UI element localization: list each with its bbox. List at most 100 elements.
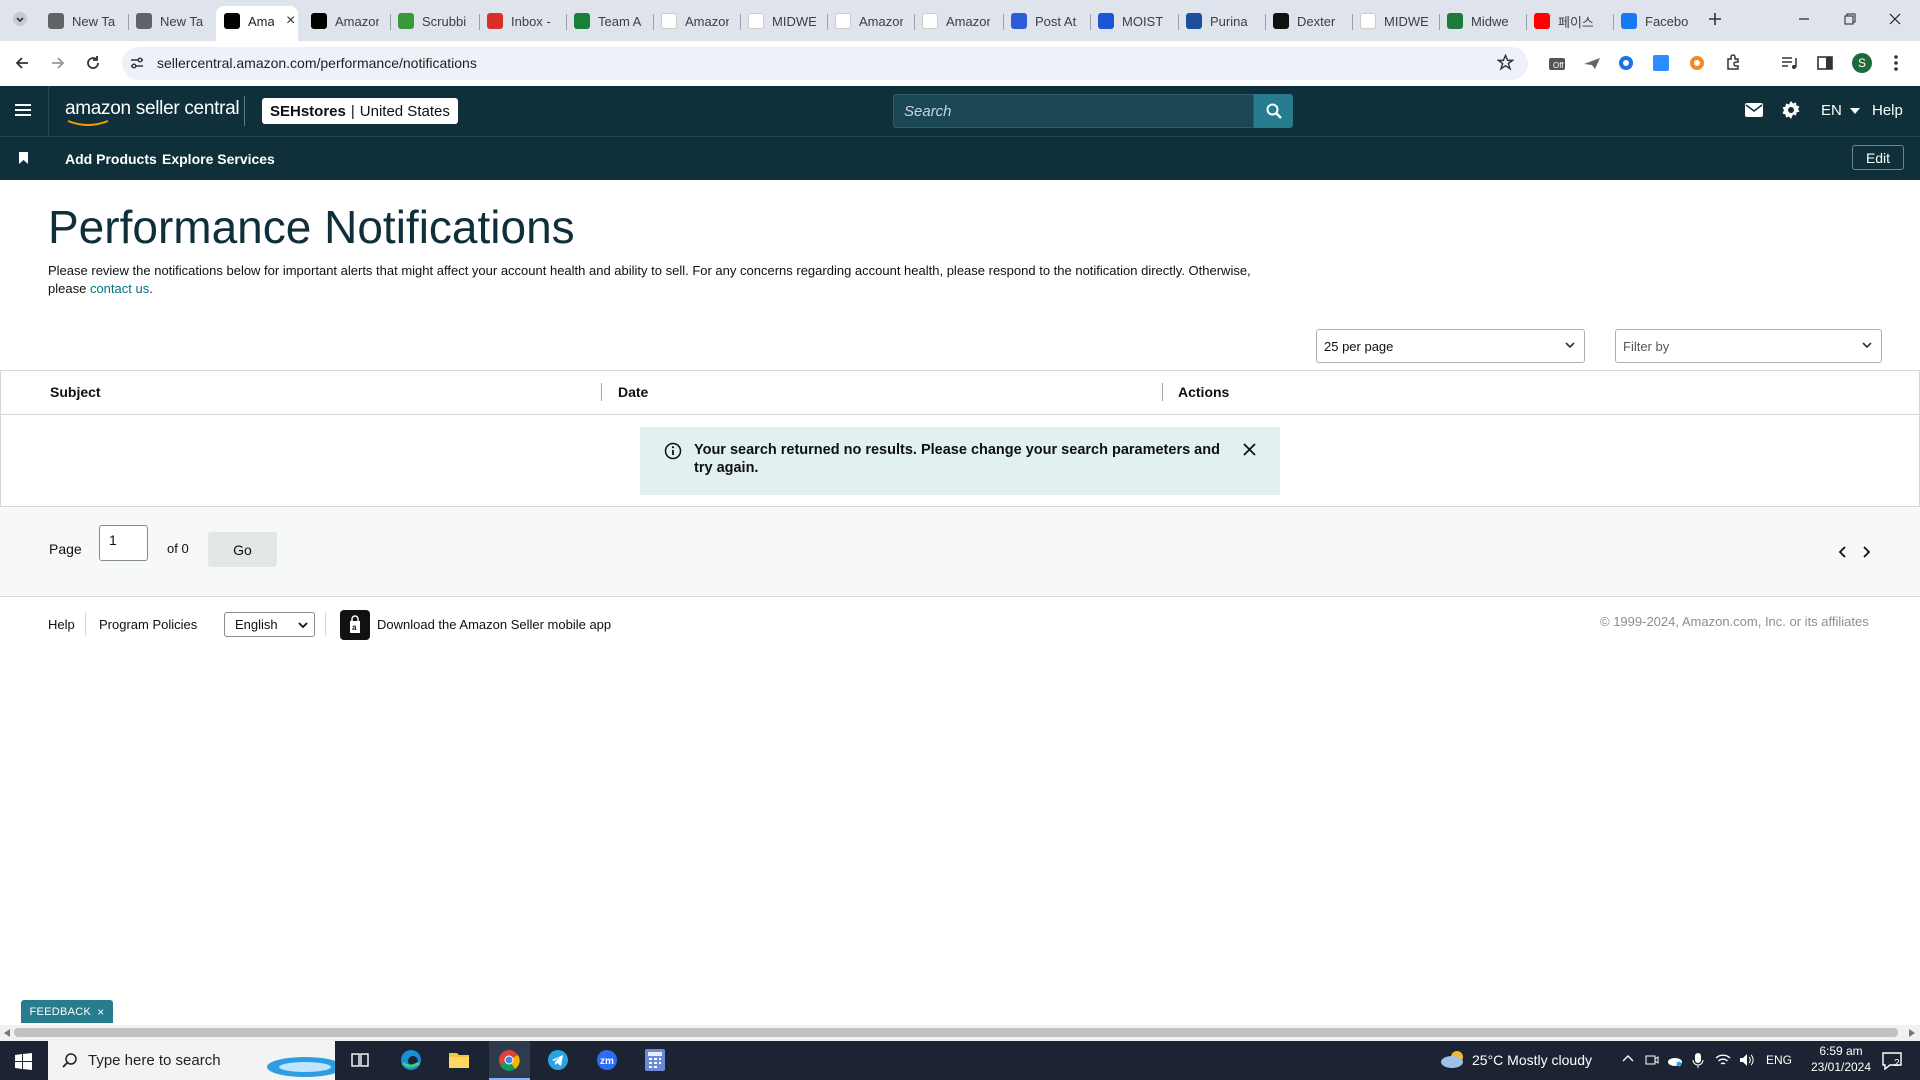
volume-icon[interactable] xyxy=(1739,1053,1755,1067)
browser-tab[interactable]: Facebo xyxy=(1621,8,1689,34)
browser-tab[interactable]: Amazon xyxy=(835,8,903,34)
tab-title: New Tab xyxy=(72,13,116,29)
extension-off-icon[interactable]: Off xyxy=(1548,56,1568,74)
meet-now-icon[interactable] xyxy=(1645,1053,1659,1067)
file-explorer-icon[interactable] xyxy=(448,1050,470,1070)
tray-chevron-up-icon[interactable] xyxy=(1622,1054,1634,1062)
nav-add-products[interactable]: Add Products xyxy=(65,151,157,167)
messages-mail-icon[interactable] xyxy=(1745,103,1763,117)
tab-title: Midwe xyxy=(1471,13,1509,29)
browser-tab[interactable]: New Tab xyxy=(48,8,116,34)
browser-tab[interactable]: Midwe xyxy=(1447,8,1515,34)
zoom-icon[interactable]: zm xyxy=(596,1049,618,1071)
search-button[interactable] xyxy=(1254,94,1293,128)
footer-help-link[interactable]: Help xyxy=(48,617,75,632)
next-page-icon[interactable] xyxy=(1863,546,1871,558)
windows-start-icon[interactable] xyxy=(15,1053,32,1070)
hamburger-menu-icon[interactable] xyxy=(15,103,31,117)
extension-orange-icon[interactable] xyxy=(1689,55,1705,71)
media-control-icon[interactable] xyxy=(1781,55,1798,71)
task-view-icon[interactable] xyxy=(351,1051,369,1069)
profile-avatar[interactable]: S xyxy=(1852,53,1872,73)
extensions-puzzle-icon[interactable] xyxy=(1725,54,1742,71)
column-header-date[interactable]: Date xyxy=(618,384,648,400)
site-info-icon[interactable] xyxy=(129,55,145,71)
column-header-subject[interactable]: Subject xyxy=(50,384,101,400)
column-header-actions[interactable]: Actions xyxy=(1178,384,1229,400)
wifi-icon[interactable] xyxy=(1715,1053,1731,1067)
close-icon[interactable] xyxy=(1243,443,1256,456)
close-icon[interactable]: × xyxy=(97,1005,104,1019)
edit-nav-button[interactable]: Edit xyxy=(1852,145,1904,170)
browser-tab[interactable]: MIDWE xyxy=(1360,8,1428,34)
browser-tab[interactable]: MIDWE xyxy=(748,8,816,34)
telegram-icon[interactable] xyxy=(547,1049,569,1071)
edge-icon[interactable] xyxy=(400,1049,422,1071)
footer-language-select[interactable]: English xyxy=(224,612,315,637)
footer-program-policies-link[interactable]: Program Policies xyxy=(99,617,197,632)
store-region: United States xyxy=(359,102,450,120)
browser-tab[interactable]: Dexter xyxy=(1273,8,1341,34)
bookmark-icon[interactable] xyxy=(19,152,28,164)
browser-tab[interactable]: Purina xyxy=(1186,8,1254,34)
url-text[interactable]: sellercentral.amazon.com/performance/not… xyxy=(157,55,477,71)
side-panel-icon[interactable] xyxy=(1817,55,1833,71)
previous-page-icon[interactable] xyxy=(1838,546,1846,558)
chrome-menu-icon[interactable] xyxy=(1893,54,1899,72)
nav-explore-services[interactable]: Explore Services xyxy=(162,151,275,167)
contact-us-link[interactable]: contact us xyxy=(90,281,149,296)
go-button[interactable]: Go xyxy=(208,532,277,567)
microphone-icon[interactable] xyxy=(1692,1053,1704,1068)
back-icon[interactable] xyxy=(14,55,30,71)
scrollbar-thumb[interactable] xyxy=(14,1028,1898,1037)
browser-tab[interactable]: Amazon xyxy=(922,8,990,34)
tab-title: New Tab xyxy=(160,13,204,29)
browser-tab[interactable]: Amazon xyxy=(661,8,729,34)
minimize-icon[interactable] xyxy=(1797,12,1811,26)
store-switcher[interactable]: SEHstores | United States xyxy=(262,98,458,124)
filter-by-select[interactable]: Filter by xyxy=(1615,329,1882,363)
amazon-seller-central-logo[interactable]: amazon seller central xyxy=(65,98,240,126)
weather-text[interactable]: 25°C Mostly cloudy xyxy=(1472,1052,1592,1068)
clock[interactable]: 6:59 am 23/01/2024 xyxy=(1808,1044,1874,1074)
feedback-button[interactable]: FEEDBACK × xyxy=(21,1000,113,1023)
per-page-select[interactable]: 25 per page xyxy=(1316,329,1585,363)
amazon-app-icon[interactable]: a xyxy=(340,610,370,640)
calculator-icon[interactable] xyxy=(645,1049,665,1071)
browser-tab[interactable]: MOIST xyxy=(1098,8,1166,34)
facebook-icon xyxy=(1621,13,1637,29)
scroll-left-icon[interactable] xyxy=(4,1029,10,1037)
restore-icon[interactable] xyxy=(1843,12,1857,26)
forward-icon[interactable] xyxy=(50,55,66,71)
new-tab-icon[interactable] xyxy=(1708,12,1722,26)
taskbar-search-box[interactable]: Type here to search xyxy=(48,1041,335,1080)
extension-gear-icon[interactable] xyxy=(1618,55,1634,71)
page-number-input[interactable]: 1 xyxy=(99,525,148,561)
browser-tab[interactable]: Post At xyxy=(1011,8,1079,34)
tab-search-icon[interactable] xyxy=(12,11,28,27)
input-language[interactable]: ENG xyxy=(1766,1053,1792,1067)
tab-title: MIDWE xyxy=(772,13,816,29)
bookmark-star-icon[interactable] xyxy=(1497,54,1514,71)
close-window-icon[interactable] xyxy=(1888,12,1902,26)
store-separator: | xyxy=(350,102,355,120)
language-selector[interactable]: EN xyxy=(1821,102,1861,119)
browser-tab[interactable]: New Tab xyxy=(136,8,204,34)
settings-gear-icon[interactable] xyxy=(1782,101,1800,119)
close-tab-icon[interactable]: × xyxy=(286,12,295,30)
browser-tab[interactable]: Amazon xyxy=(311,8,379,34)
browser-tab[interactable]: Amazon × xyxy=(224,8,295,34)
extension-plane-icon[interactable] xyxy=(1583,55,1601,71)
browser-tab[interactable]: Inbox - xyxy=(487,8,555,34)
browser-tab[interactable]: Team A xyxy=(574,8,642,34)
help-link[interactable]: Help xyxy=(1872,102,1903,119)
reload-icon[interactable] xyxy=(85,55,101,71)
scroll-right-icon[interactable] xyxy=(1909,1029,1915,1037)
extension-zm-icon[interactable] xyxy=(1653,55,1669,71)
browser-tab[interactable]: 페이스 xyxy=(1534,8,1602,34)
browser-tab[interactable]: Scrubbi xyxy=(398,8,466,34)
chrome-icon[interactable] xyxy=(498,1049,520,1071)
download-app-link[interactable]: Download the Amazon Seller mobile app xyxy=(377,617,611,632)
onedrive-icon[interactable] xyxy=(1667,1053,1683,1067)
search-input[interactable]: Search xyxy=(893,94,1254,128)
